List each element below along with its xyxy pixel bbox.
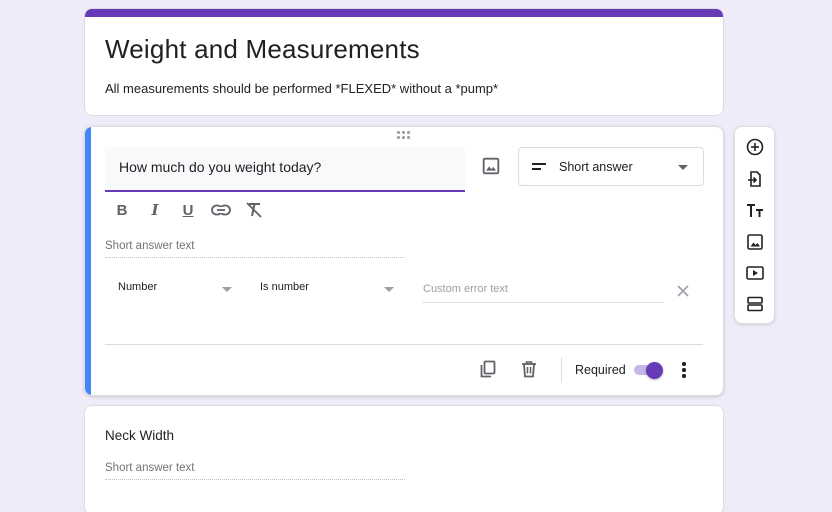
- add-section-icon[interactable]: [745, 294, 765, 314]
- more-options-icon[interactable]: [677, 361, 691, 379]
- question-type-select[interactable]: Short answer: [518, 147, 704, 186]
- duplicate-icon[interactable]: [479, 360, 497, 378]
- short-answer-icon: [532, 163, 546, 171]
- bold-icon[interactable]: B: [111, 199, 133, 221]
- italic-icon[interactable]: I: [144, 199, 166, 221]
- form-description[interactable]: All measurements should be performed *FL…: [105, 81, 498, 96]
- clear-formatting-icon[interactable]: [243, 199, 265, 221]
- active-indicator-bar: [85, 127, 91, 395]
- form-title[interactable]: Weight and Measurements: [105, 34, 420, 65]
- add-title-icon[interactable]: [745, 201, 765, 221]
- chevron-down-icon: [384, 287, 394, 292]
- link-icon[interactable]: [210, 199, 232, 221]
- trash-icon[interactable]: [520, 360, 538, 378]
- add-question-icon[interactable]: [745, 137, 765, 157]
- add-video-icon[interactable]: [745, 263, 765, 283]
- validation-condition-label: Is number: [260, 281, 309, 293]
- question-card[interactable]: Neck Width Short answer text: [84, 405, 724, 512]
- question-type-label: Short answer: [559, 160, 633, 174]
- chevron-down-icon: [678, 165, 688, 170]
- required-toggle[interactable]: [632, 362, 666, 379]
- footer-divider: [105, 344, 703, 345]
- close-icon[interactable]: [676, 284, 690, 298]
- question-title-input[interactable]: How much do you weight today?: [105, 147, 465, 192]
- underline-icon[interactable]: U: [177, 199, 199, 221]
- toggle-thumb: [646, 362, 663, 379]
- required-label: Required: [575, 363, 626, 377]
- footer-separator: [561, 357, 562, 383]
- floating-toolbar: [734, 126, 775, 324]
- short-answer-preview: Short answer text: [105, 238, 405, 258]
- custom-error-input[interactable]: Custom error text: [422, 283, 664, 303]
- import-questions-icon[interactable]: [745, 169, 765, 189]
- form-accent-bar: [85, 9, 723, 17]
- drag-handle-icon[interactable]: [397, 131, 413, 141]
- validation-type-label: Number: [118, 281, 158, 293]
- question-title[interactable]: Neck Width: [105, 428, 174, 443]
- add-image-icon[interactable]: [480, 155, 502, 177]
- add-image-icon[interactable]: [745, 232, 765, 252]
- question-card-active[interactable]: How much do you weight today? Short answ…: [84, 126, 724, 396]
- short-answer-preview: Short answer text: [105, 460, 405, 480]
- chevron-down-icon: [222, 287, 232, 292]
- validation-type-select[interactable]: Number: [118, 281, 238, 303]
- form-title-card[interactable]: Weight and Measurements All measurements…: [84, 8, 724, 116]
- validation-condition-select[interactable]: Is number: [260, 281, 400, 303]
